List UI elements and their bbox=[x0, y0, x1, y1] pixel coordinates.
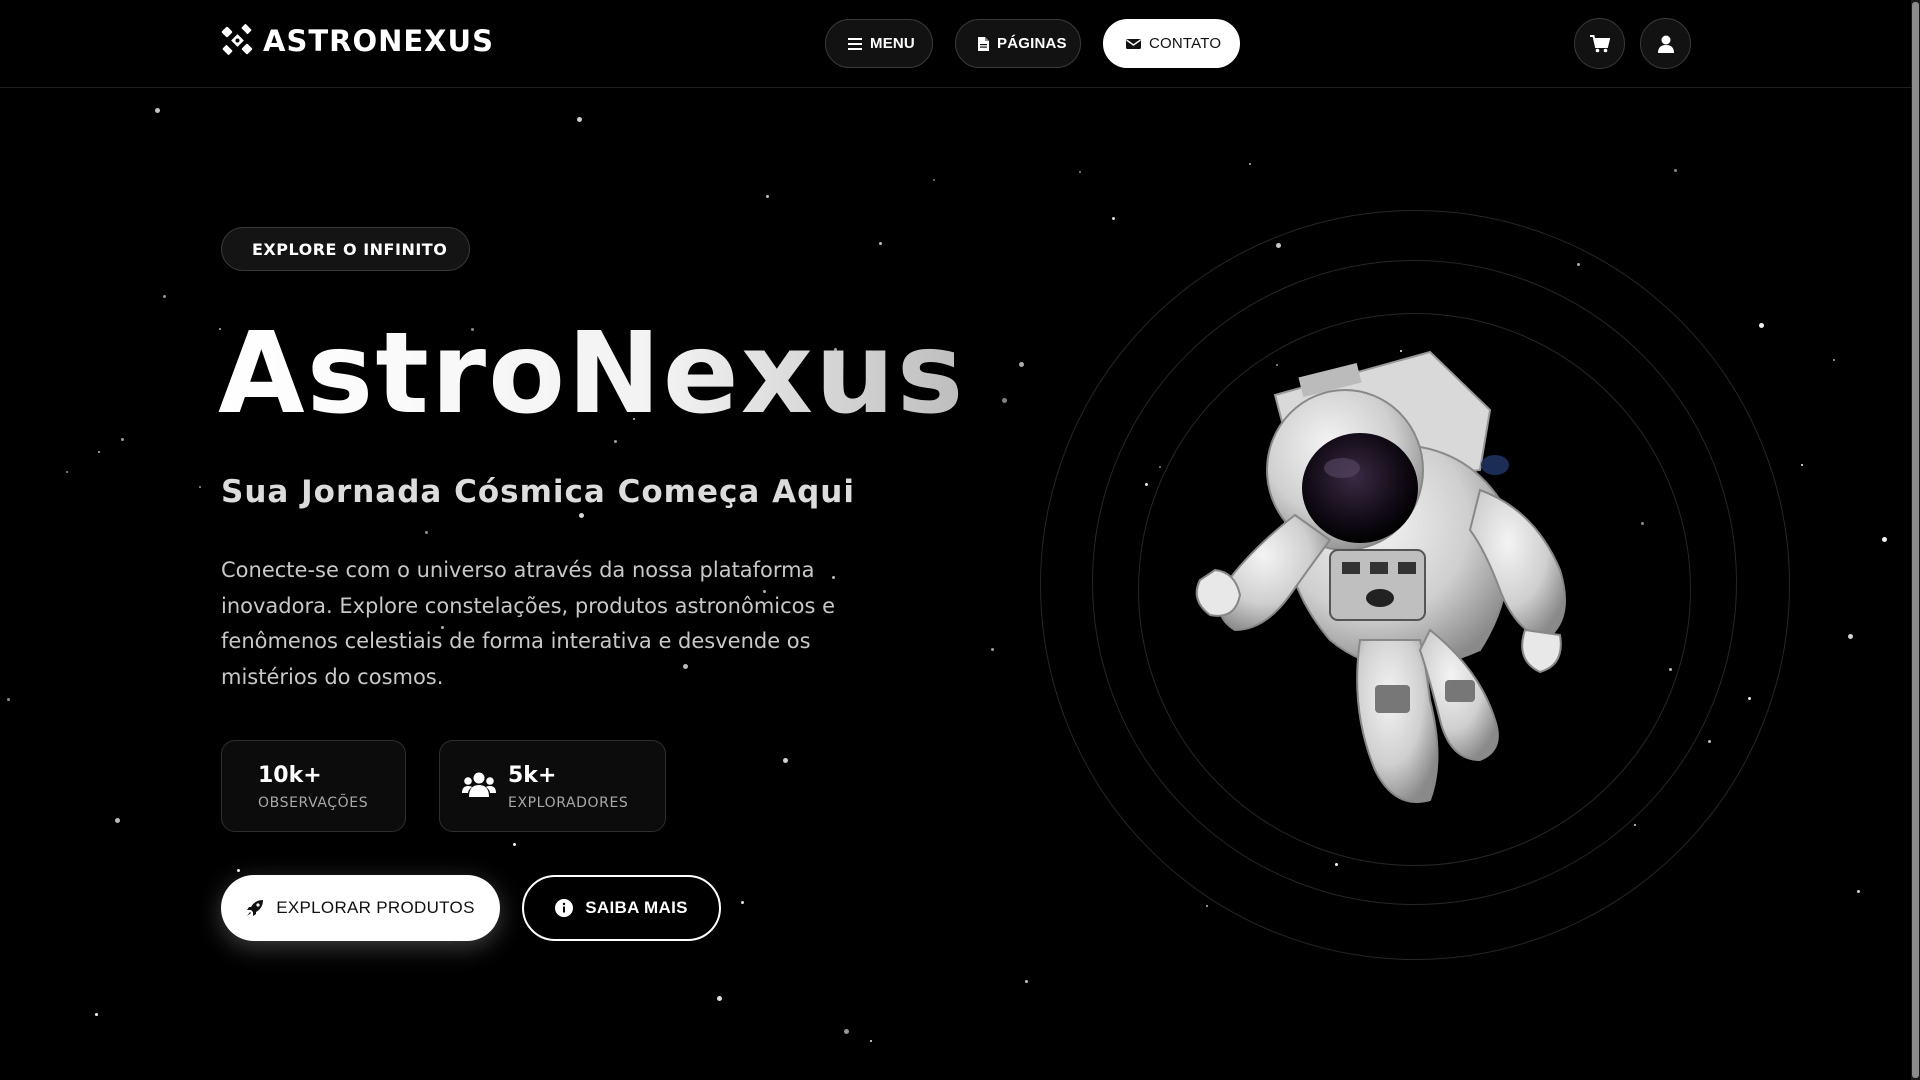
star bbox=[1857, 890, 1860, 893]
star bbox=[579, 513, 584, 518]
star bbox=[1112, 217, 1115, 220]
brand-logo[interactable]: ASTRONEXUS bbox=[221, 24, 494, 58]
users-icon bbox=[462, 772, 496, 797]
star bbox=[121, 438, 124, 441]
star bbox=[163, 295, 166, 298]
stat-value: 10k+ bbox=[258, 763, 322, 788]
star bbox=[199, 486, 201, 488]
explorar-produtos-label: EXPLORAR PRODUTOS bbox=[276, 898, 475, 917]
star bbox=[115, 818, 120, 823]
star bbox=[1674, 169, 1677, 172]
saiba-mais-button[interactable]: SAIBA MAIS bbox=[522, 875, 721, 941]
star bbox=[879, 242, 882, 245]
contato-label: CONTATO bbox=[1149, 35, 1222, 52]
site-header: ASTRONEXUS MENU PÁGINAS CONTATO bbox=[0, 0, 1911, 88]
paginas-label: PÁGINAS bbox=[997, 35, 1067, 52]
star bbox=[741, 901, 744, 904]
star bbox=[844, 1029, 849, 1034]
star bbox=[1759, 323, 1764, 328]
stat-value: 5k+ bbox=[508, 763, 557, 788]
saiba-mais-label: SAIBA MAIS bbox=[585, 898, 688, 917]
star bbox=[1801, 464, 1803, 466]
brand-name: ASTRONEXUS bbox=[263, 24, 494, 58]
cart-button[interactable] bbox=[1574, 18, 1625, 69]
star bbox=[513, 843, 516, 846]
hero-title: AstroNexus bbox=[218, 309, 966, 439]
star bbox=[766, 195, 769, 198]
hero-description: Conecte-se com o universo através da nos… bbox=[221, 558, 836, 689]
star bbox=[1019, 362, 1024, 367]
user-icon bbox=[1657, 35, 1674, 53]
envelope-icon bbox=[1126, 38, 1141, 49]
star bbox=[1882, 537, 1887, 542]
rocket-icon bbox=[247, 900, 264, 916]
star bbox=[1848, 634, 1853, 639]
star bbox=[717, 996, 722, 1001]
stat-exploradores: 5k+ EXPLORADORES bbox=[439, 740, 666, 832]
star bbox=[577, 117, 582, 122]
star bbox=[1833, 359, 1835, 361]
info-circle-icon bbox=[555, 899, 574, 917]
page-scrollbar[interactable] bbox=[1911, 0, 1920, 1080]
star bbox=[95, 1013, 98, 1016]
menu-button[interactable]: MENU bbox=[825, 19, 933, 68]
hero-subtitle: Sua Jornada Cósmica Começa Aqui bbox=[221, 474, 855, 510]
bars-icon bbox=[848, 37, 862, 50]
astronaut-illustration bbox=[1195, 350, 1566, 803]
menu-label: MENU bbox=[870, 35, 915, 52]
star bbox=[66, 471, 68, 473]
star bbox=[870, 1040, 872, 1042]
star bbox=[1079, 171, 1081, 173]
stat-observacoes: 10k+ OBSERVAÇÕES bbox=[221, 740, 406, 832]
star bbox=[155, 108, 160, 113]
explorar-produtos-button[interactable]: EXPLORAR PRODUTOS bbox=[221, 875, 500, 941]
star bbox=[783, 758, 788, 763]
satellite-icon bbox=[221, 24, 253, 55]
star bbox=[614, 440, 617, 443]
contato-button[interactable]: CONTATO bbox=[1103, 19, 1240, 68]
cart-icon bbox=[1589, 34, 1610, 52]
user-button[interactable] bbox=[1640, 18, 1691, 69]
stat-label: EXPLORADORES bbox=[508, 795, 629, 811]
hero-badge: EXPLORE O INFINITO bbox=[221, 227, 471, 271]
star bbox=[7, 698, 10, 701]
star bbox=[98, 451, 100, 453]
star bbox=[237, 869, 240, 872]
main-nav: MENU PÁGINAS CONTATO bbox=[825, 19, 1240, 68]
scrollbar-thumb[interactable] bbox=[1912, 2, 1919, 1078]
star bbox=[1249, 163, 1251, 165]
star bbox=[425, 531, 428, 534]
star bbox=[933, 179, 935, 181]
stat-label: OBSERVAÇÕES bbox=[258, 795, 369, 811]
star bbox=[1025, 980, 1028, 983]
star bbox=[1206, 905, 1208, 907]
paginas-button[interactable]: PÁGINAS bbox=[955, 19, 1081, 68]
star bbox=[1002, 398, 1007, 403]
file-icon bbox=[978, 36, 989, 51]
star bbox=[991, 648, 994, 651]
